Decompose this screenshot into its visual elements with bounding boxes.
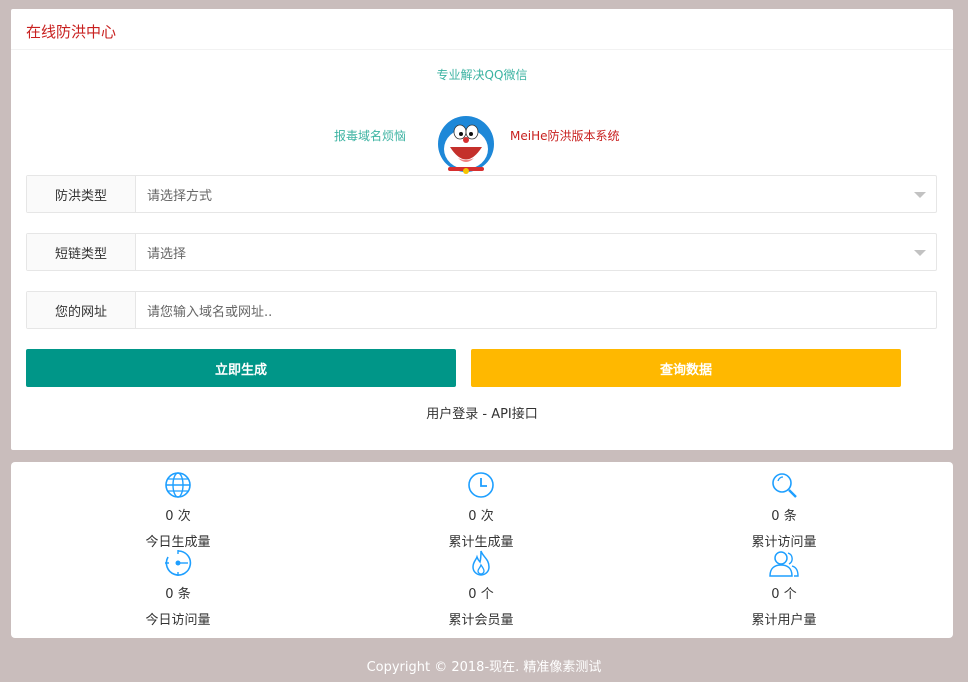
stat-value: 0 个 [468, 587, 494, 602]
shortlink-type-text: 请选择 [147, 246, 187, 262]
main-panel: 在线防洪中心 专业解决QQ微信 报毒域名烦恼 MeiHe防洪版本系统 防洪类型 … [11, 9, 953, 450]
url-field-row: 您的网址 请您输入域名或网址.. [26, 291, 937, 329]
chevron-down-icon [914, 250, 926, 256]
stat-value: 0 次 [468, 509, 494, 524]
users-icon [769, 551, 799, 577]
protection-type-value[interactable]: 请选择方式 [136, 176, 936, 212]
stat-label: 今日访问量 [145, 613, 211, 628]
protection-type-label: 防洪类型 [27, 176, 136, 212]
generate-button[interactable]: 立即生成 [26, 349, 456, 387]
stat-label: 累计会员量 [448, 613, 514, 628]
url-input[interactable]: 请您输入域名或网址.. [136, 292, 936, 328]
page-title: 在线防洪中心 [26, 23, 117, 41]
footer-links: 用户登录 - API接口 [11, 403, 953, 422]
globe-icon [165, 472, 191, 498]
stat-total-visits: 0 条 累计访问量 [684, 471, 884, 550]
link-separator: - [478, 407, 492, 422]
user-login-link[interactable]: 用户登录 [426, 407, 478, 422]
target-icon [165, 550, 192, 576]
url-label: 您的网址 [27, 292, 136, 328]
search-icon [772, 473, 797, 498]
stat-label: 累计访问量 [751, 535, 817, 550]
clock-icon [468, 472, 494, 498]
promo-row: 报毒域名烦恼 MeiHe防洪版本系统 [11, 114, 953, 180]
promo-right-text: MeiHe防洪版本系统 [510, 129, 620, 143]
stat-label: 累计用户量 [751, 613, 817, 628]
stat-total-users: 0 个 累计用户量 [684, 549, 884, 628]
protection-type-text: 请选择方式 [147, 188, 213, 204]
stat-label: 累计生成量 [448, 535, 514, 550]
api-link[interactable]: API接口 [491, 407, 538, 422]
stat-value: 0 次 [165, 509, 191, 524]
stats-panel: 0 次 今日生成量 0 次 累计生成量 0 条 累计访问量 0 条 今日访问量 [11, 462, 953, 638]
doraemon-avatar-icon [438, 116, 494, 174]
shortlink-type-value[interactable]: 请选择 [136, 234, 936, 270]
stat-total-generated: 0 次 累计生成量 [381, 471, 581, 550]
stat-label: 今日生成量 [145, 535, 211, 550]
stat-today-generated: 0 次 今日生成量 [78, 471, 278, 550]
stat-value: 0 个 [771, 587, 797, 602]
promo-top-text: 专业解决QQ微信 [436, 68, 528, 82]
fire-icon [472, 550, 490, 576]
url-placeholder: 请您输入域名或网址.. [147, 304, 273, 320]
panel-header: 在线防洪中心 [11, 9, 953, 50]
shortlink-type-label: 短链类型 [27, 234, 136, 270]
chevron-down-icon [914, 192, 926, 198]
stat-total-members: 0 个 累计会员量 [381, 549, 581, 628]
stat-today-visits: 0 条 今日访问量 [78, 549, 278, 628]
promo-left-text: 报毒域名烦恼 [334, 129, 407, 143]
stat-value: 0 条 [771, 509, 797, 524]
query-data-button[interactable]: 查询数据 [471, 349, 901, 387]
copyright-footer: Copyright © 2018-现在. 精准像素测试 [366, 660, 602, 675]
protection-type-select[interactable]: 防洪类型 请选择方式 [26, 175, 937, 213]
shortlink-type-select[interactable]: 短链类型 请选择 [26, 233, 937, 271]
stat-value: 0 条 [165, 587, 191, 602]
